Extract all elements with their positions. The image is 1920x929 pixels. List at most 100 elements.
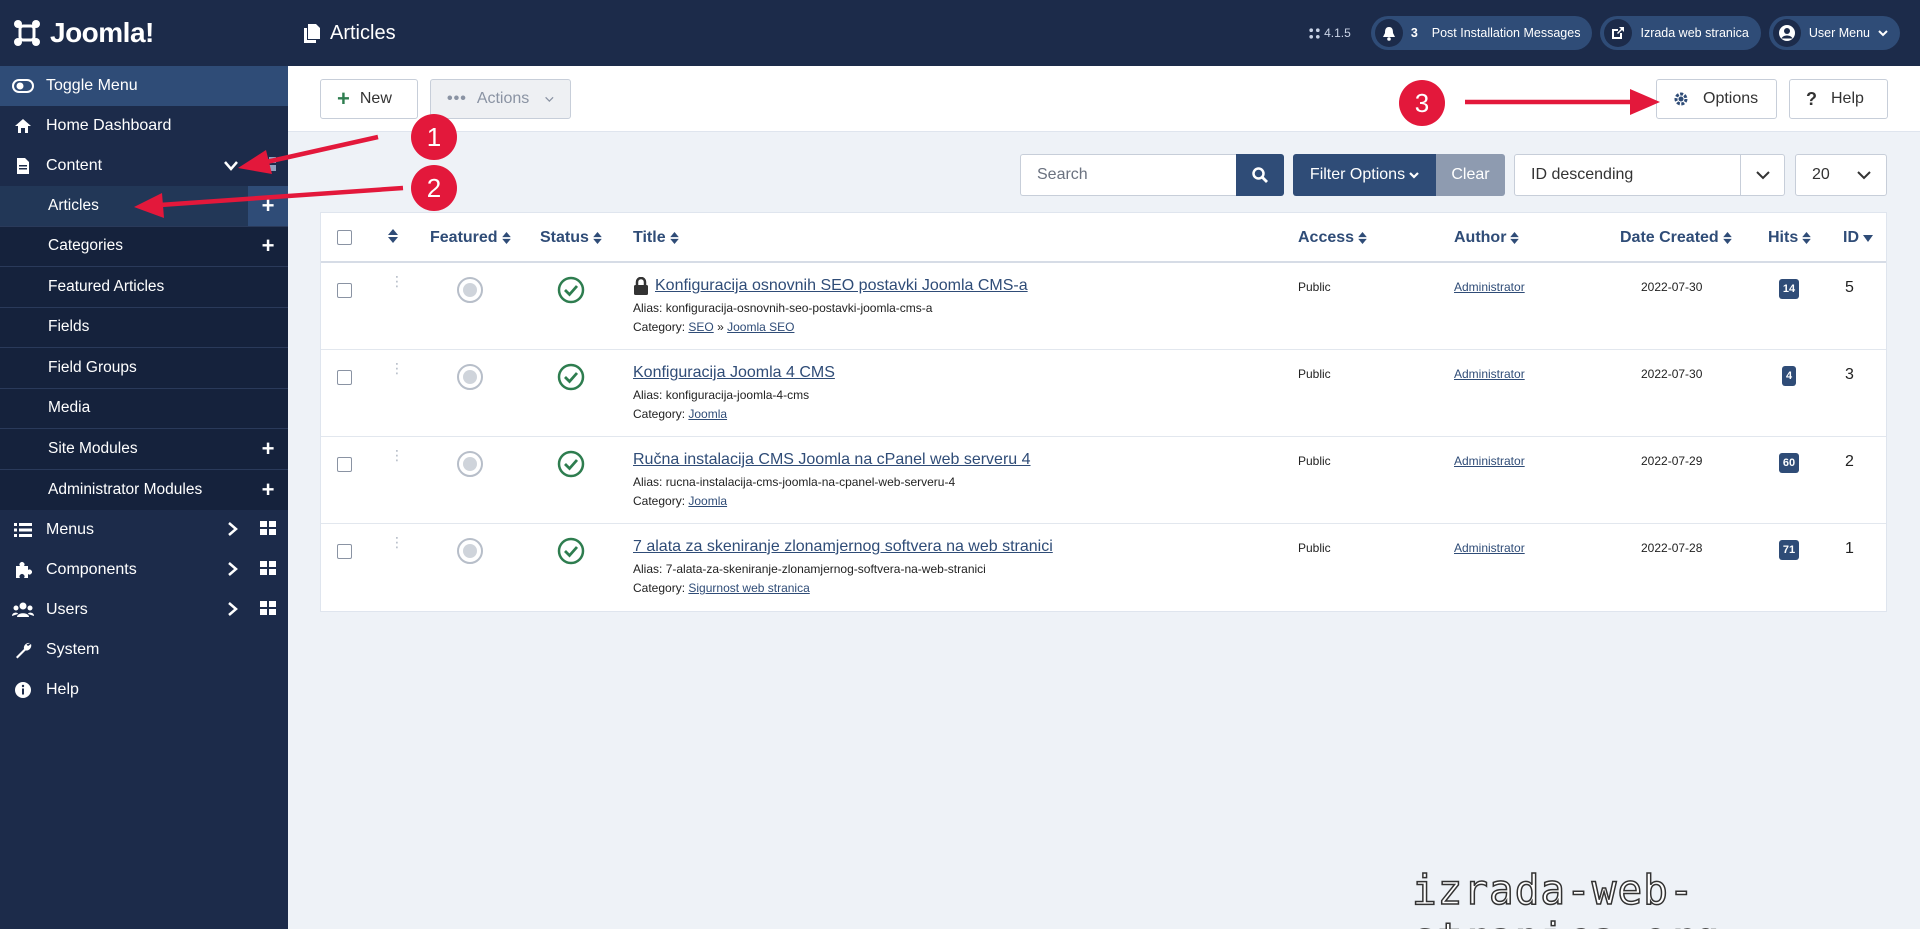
col-id[interactable]: ID — [1843, 229, 1873, 247]
author-link[interactable]: Administrator — [1454, 280, 1525, 294]
user-menu-button[interactable]: User Menu — [1768, 16, 1900, 50]
sidebar-item-site-modules[interactable]: Site Modules + — [0, 429, 288, 470]
author-link[interactable]: Administrator — [1454, 454, 1525, 468]
article-title: Konfiguracija Joomla 4 CMS — [633, 364, 835, 381]
view-site-button[interactable]: Izrada web stranica — [1600, 16, 1761, 50]
row-checkbox[interactable] — [337, 544, 352, 559]
col-status[interactable]: Status — [540, 229, 602, 247]
alias-prefix: Alias: — [633, 301, 663, 315]
search-icon — [1252, 167, 1268, 183]
toggle-menu-button[interactable]: Toggle Menu — [0, 66, 288, 106]
site-label: Izrada web stranica — [1640, 26, 1749, 40]
sidebar-item-categories[interactable]: Categories + — [0, 227, 288, 267]
dashboard-grid-icon[interactable] — [260, 520, 276, 540]
article-id: 1 — [1845, 540, 1854, 557]
date-created: 2022-07-30 — [1641, 367, 1703, 381]
article-title-link[interactable]: Konfiguracija osnovnih SEO postavki Joom… — [633, 277, 1028, 295]
dashboard-grid-icon[interactable] — [260, 600, 276, 620]
sidebar-item-system[interactable]: System — [0, 630, 288, 670]
chevron-right-icon[interactable] — [228, 521, 238, 539]
date-created: 2022-07-30 — [1641, 280, 1703, 294]
row-checkbox[interactable] — [337, 370, 352, 385]
article-title-link[interactable]: 7 alata za skeniranje zlonamjernog softv… — [633, 538, 1053, 556]
sidebar-item-label: System — [46, 641, 100, 658]
row-checkbox[interactable] — [337, 283, 352, 298]
published-check-icon[interactable] — [557, 537, 585, 565]
sidebar-item-fields[interactable]: Fields — [0, 308, 288, 348]
sidebar-item-field-groups[interactable]: Field Groups — [0, 348, 288, 389]
add-site-module-plus-icon[interactable]: + — [248, 429, 288, 469]
drag-handle-icon[interactable]: ⋮ — [390, 448, 404, 462]
actions-dropdown[interactable]: ••• Actions — [430, 79, 571, 119]
dashboard-grid-icon[interactable] — [260, 560, 276, 580]
ordering-sort-icon[interactable] — [388, 229, 398, 243]
dashboard-grid-icon[interactable] — [260, 156, 276, 176]
featured-toggle-icon[interactable] — [457, 538, 483, 564]
search-input[interactable] — [1020, 154, 1236, 196]
add-admin-module-plus-icon[interactable]: + — [248, 470, 288, 511]
drag-handle-icon[interactable]: ⋮ — [390, 274, 404, 288]
wrench-icon — [12, 641, 34, 659]
author-link[interactable]: Administrator — [1454, 541, 1525, 555]
sidebar-item-help[interactable]: Help — [0, 670, 288, 710]
title-cell: 7 alata za skeniranje zlonamjernog softv… — [633, 538, 1053, 595]
post-installation-messages-button[interactable]: 3 Post Installation Messages — [1370, 16, 1593, 50]
sidebar-item-media[interactable]: Media — [0, 389, 288, 429]
alias-value: rucna-instalacija-cms-joomla-na-cpanel-w… — [665, 475, 956, 489]
annotation-badge-3: 3 — [1399, 80, 1445, 126]
search-button[interactable] — [1236, 154, 1284, 196]
sidebar-item-components[interactable]: Components — [0, 550, 288, 590]
col-featured[interactable]: Featured — [430, 229, 511, 247]
select-all-checkbox[interactable] — [337, 230, 352, 245]
published-check-icon[interactable] — [557, 363, 585, 391]
drag-handle-icon[interactable]: ⋮ — [390, 535, 404, 549]
list-limit-select[interactable]: 20 — [1795, 154, 1887, 196]
category-link[interactable]: Sigurnost web stranica — [688, 581, 809, 595]
sidebar-item-users[interactable]: Users — [0, 590, 288, 630]
ordering-value: ID descending — [1531, 166, 1634, 183]
toggle-icon — [12, 79, 34, 93]
col-access[interactable]: Access — [1298, 229, 1367, 247]
joomla-logo[interactable]: Joomla! — [0, 0, 288, 66]
sidebar-item-featured-articles[interactable]: Featured Articles — [0, 267, 288, 308]
sidebar-item-articles[interactable]: Articles + — [0, 186, 288, 227]
chevron-right-icon[interactable] — [228, 601, 238, 619]
category-parent-link[interactable]: SEO — [688, 320, 713, 334]
chevron-down-icon[interactable] — [224, 158, 238, 174]
sidebar-item-menus[interactable]: Menus — [0, 510, 288, 550]
row-checkbox[interactable] — [337, 457, 352, 472]
add-category-plus-icon[interactable]: + — [248, 227, 288, 267]
category-link[interactable]: Joomla SEO — [727, 320, 794, 334]
article-alias: Alias: 7-alata-za-skeniranje-zlonamjerno… — [633, 562, 1053, 576]
published-check-icon[interactable] — [557, 450, 585, 478]
chevron-right-icon[interactable] — [228, 561, 238, 579]
article-title: 7 alata za skeniranje zlonamjernog softv… — [633, 538, 1053, 555]
featured-toggle-icon[interactable] — [457, 277, 483, 303]
category-link[interactable]: Joomla — [688, 407, 727, 421]
article-title-link[interactable]: Ručna instalacija CMS Joomla na cPanel w… — [633, 451, 1031, 469]
category-link[interactable]: Joomla — [688, 494, 727, 508]
help-button[interactable]: ? Help — [1789, 79, 1888, 119]
filter-options-button[interactable]: Filter Options — [1293, 154, 1436, 196]
drag-handle-icon[interactable]: ⋮ — [390, 361, 404, 375]
sidebar-item-administrator-modules[interactable]: Administrator Modules + — [0, 470, 288, 511]
article-title-link[interactable]: Konfiguracija Joomla 4 CMS — [633, 364, 835, 382]
featured-toggle-icon[interactable] — [457, 451, 483, 477]
author-link[interactable]: Administrator — [1454, 367, 1525, 381]
sort-icon — [669, 232, 679, 244]
col-title[interactable]: Title — [633, 229, 679, 247]
ellipsis-icon: ••• — [447, 90, 467, 107]
col-hits[interactable]: Hits — [1768, 229, 1812, 247]
featured-toggle-icon[interactable] — [457, 364, 483, 390]
sidebar-item-home-dashboard[interactable]: Home Dashboard — [0, 106, 288, 146]
options-button[interactable]: Options — [1656, 79, 1777, 119]
clear-button[interactable]: Clear — [1436, 154, 1505, 196]
add-article-plus-icon[interactable]: + — [248, 186, 288, 226]
col-author[interactable]: Author — [1454, 229, 1520, 247]
ordering-select[interactable]: ID descending — [1514, 154, 1785, 196]
published-check-icon[interactable] — [557, 276, 585, 304]
sidebar-item-content[interactable]: Content — [0, 146, 288, 186]
alias-prefix: Alias: — [633, 388, 663, 402]
col-date-created[interactable]: Date Created — [1620, 229, 1732, 247]
new-button[interactable]: + New — [320, 79, 418, 119]
